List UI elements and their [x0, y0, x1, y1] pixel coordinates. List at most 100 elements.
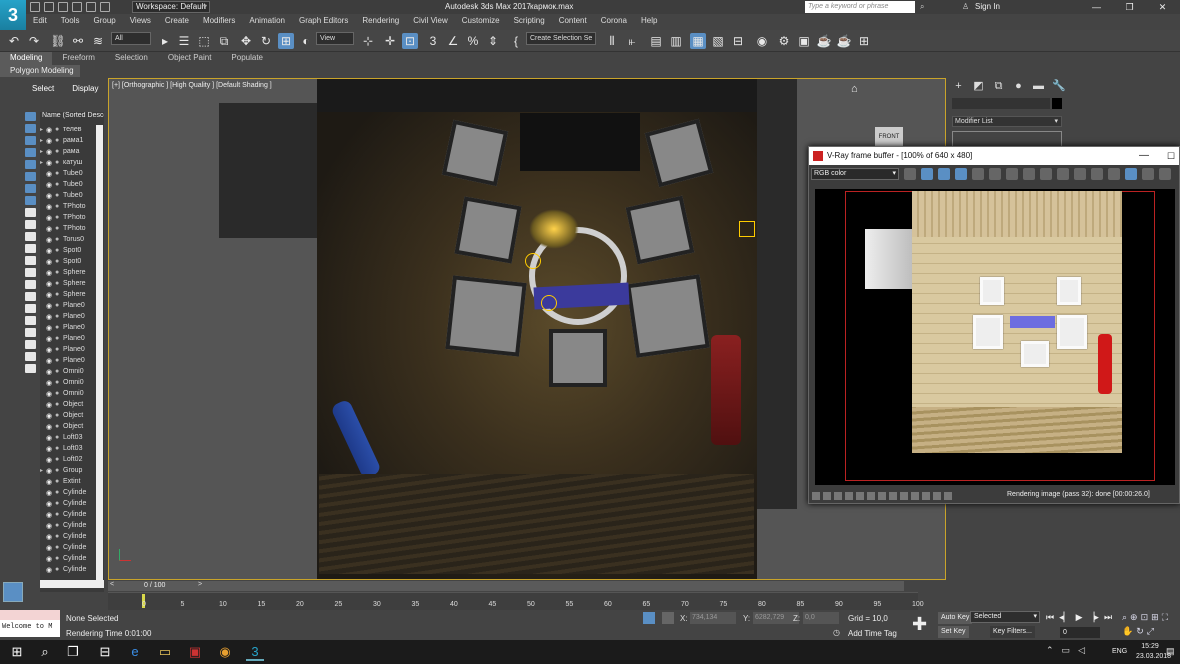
srgb-icon[interactable] [878, 492, 886, 500]
list-item[interactable]: ▸ ◉ ● Group [40, 465, 104, 476]
search-icon[interactable]: ⌕ [920, 2, 924, 12]
render-toggle-icon[interactable]: ● [55, 412, 63, 419]
volume-icon[interactable]: ◁ [1078, 645, 1085, 656]
clock[interactable]: 15:29 23.03.2018 [1136, 642, 1171, 662]
object-name-field[interactable] [952, 98, 1050, 109]
display-space-warps-icon[interactable] [25, 184, 36, 193]
list-item[interactable]: ◉ ● Sphere [40, 267, 104, 278]
render-toggle-icon[interactable]: ● [55, 423, 63, 430]
light-gizmo[interactable] [525, 253, 541, 269]
light-gizmo[interactable] [541, 295, 557, 311]
search-input[interactable]: Type a keyword or phrase [805, 1, 915, 13]
menu-corona[interactable]: Corona [594, 14, 634, 28]
motion-tab-icon[interactable]: ● [1012, 80, 1025, 93]
file-explorer-icon[interactable]: ▭ [156, 643, 174, 661]
display-shapes-icon[interactable] [25, 136, 36, 145]
render-production-icon[interactable]: ☕ [816, 33, 832, 49]
menu-help[interactable]: Help [634, 14, 664, 28]
visibility-eye-icon[interactable]: ◉ [46, 357, 55, 365]
sort-layers-icon[interactable] [25, 280, 36, 289]
visibility-eye-icon[interactable]: ◉ [46, 269, 55, 277]
undo-icon[interactable] [72, 2, 82, 12]
green-channel-icon[interactable] [938, 168, 950, 180]
app-logo[interactable]: 3 [0, 0, 26, 30]
highlight-selected-icon[interactable] [25, 304, 36, 313]
app-icon[interactable]: ▣ [186, 643, 204, 661]
chrome-icon[interactable]: ◉ [216, 643, 234, 661]
modify-tab-icon[interactable]: ◩ [972, 80, 985, 93]
menu-create[interactable]: Create [158, 14, 196, 28]
list-item[interactable]: ◉ ● TPhoto [40, 212, 104, 223]
x-coord-field[interactable]: 734,134 [690, 612, 736, 624]
visibility-eye-icon[interactable]: ◉ [46, 434, 55, 442]
list-item[interactable]: ▸ ◉ ● рама [40, 146, 104, 157]
menu-group[interactable]: Group [86, 14, 122, 28]
current-frame-field[interactable]: 0 [1060, 627, 1100, 638]
list-item[interactable]: ◉ ● Sphere [40, 289, 104, 300]
visibility-eye-icon[interactable]: ◉ [46, 368, 55, 376]
scene-explorer-icon[interactable]: ▥ [668, 33, 684, 49]
render-toggle-icon[interactable]: ● [55, 236, 63, 243]
set-key-button[interactable]: Set Key [938, 626, 969, 638]
log-icon[interactable] [944, 492, 952, 500]
maximize-icon[interactable]: ☐ [1167, 147, 1175, 165]
save-icon[interactable] [1006, 168, 1018, 180]
region-select-icon[interactable]: ⬚ [196, 33, 212, 49]
notifications-icon[interactable]: ▤ [1166, 646, 1175, 657]
list-item[interactable]: ◉ ● Plane0 [40, 311, 104, 322]
filter-icon[interactable] [25, 352, 36, 361]
list-item[interactable]: ◉ ● Plane0 [40, 355, 104, 366]
visibility-eye-icon[interactable]: ◉ [46, 181, 55, 189]
blue-channel-icon[interactable] [955, 168, 967, 180]
list-item[interactable]: ◉ ● Cylinde [40, 553, 104, 564]
list-item[interactable]: ◉ ● Tube0 [40, 168, 104, 179]
list-item[interactable]: ▸ ◉ ● телев [40, 124, 104, 135]
render-toggle-icon[interactable]: ● [55, 456, 63, 463]
curve-icon[interactable] [856, 492, 864, 500]
new-file-icon[interactable] [30, 2, 40, 12]
info-icon[interactable] [933, 492, 941, 500]
display-cameras-icon[interactable] [25, 160, 36, 169]
display-groups-icon[interactable] [25, 196, 36, 205]
tab-display[interactable]: Display [68, 82, 102, 95]
search-icon[interactable]: ⌕ [36, 643, 54, 661]
list-item[interactable]: ◉ ● TPhoto [40, 201, 104, 212]
render-toggle-icon[interactable]: ● [55, 159, 63, 166]
ribbon-toggle-icon[interactable]: ▦ [690, 33, 706, 49]
visibility-eye-icon[interactable]: ◉ [46, 137, 55, 145]
spinner-snap-icon[interactable]: ⇕ [485, 33, 501, 49]
render-toggle-icon[interactable]: ● [55, 324, 63, 331]
zoom-extents-all-icon[interactable]: ⊞ [1151, 612, 1159, 623]
menu-content[interactable]: Content [552, 14, 594, 28]
snaps-toggle-icon[interactable]: 3 [425, 33, 441, 49]
list-item[interactable]: ◉ ● Object [40, 410, 104, 421]
display-helpers-icon[interactable] [25, 172, 36, 181]
render-iterative-icon[interactable]: ☕ [836, 33, 852, 49]
render-toggle-icon[interactable]: ● [55, 544, 63, 551]
tab-object-paint[interactable]: Object Paint [158, 52, 222, 65]
display-references-icon[interactable] [25, 328, 36, 337]
render-toggle-icon[interactable]: ● [55, 192, 63, 199]
light-gizmo[interactable] [739, 221, 755, 237]
workspace-dropdown[interactable]: Workspace: Default [132, 1, 210, 13]
visibility-eye-icon[interactable]: ◉ [46, 423, 55, 431]
render-toggle-icon[interactable]: ● [55, 258, 63, 265]
display-all-icon[interactable] [25, 112, 36, 121]
maximize-viewport-icon[interactable]: ⤢ [1147, 626, 1154, 637]
redo-icon[interactable]: ↷ [26, 33, 42, 49]
list-item[interactable]: ◉ ● Tube0 [40, 179, 104, 190]
stop-render-icon[interactable] [1057, 168, 1069, 180]
scene-list-hscrollbar[interactable] [40, 580, 104, 588]
tab-select[interactable]: Select [28, 82, 58, 95]
object-color-swatch[interactable] [1052, 98, 1062, 109]
render-toggle-icon[interactable]: ● [55, 335, 63, 342]
open-file-icon[interactable] [44, 2, 54, 12]
visibility-eye-icon[interactable]: ◉ [46, 555, 55, 563]
list-item[interactable]: ◉ ● Cylinde [40, 531, 104, 542]
red-channel-icon[interactable] [921, 168, 933, 180]
undo-icon[interactable]: ↶ [6, 33, 22, 49]
time-tag-icon[interactable]: ◷ [833, 628, 840, 637]
visibility-eye-icon[interactable]: ◉ [46, 489, 55, 497]
display-lights-icon[interactable] [25, 148, 36, 157]
list-item[interactable]: ◉ ● Loft03 [40, 432, 104, 443]
